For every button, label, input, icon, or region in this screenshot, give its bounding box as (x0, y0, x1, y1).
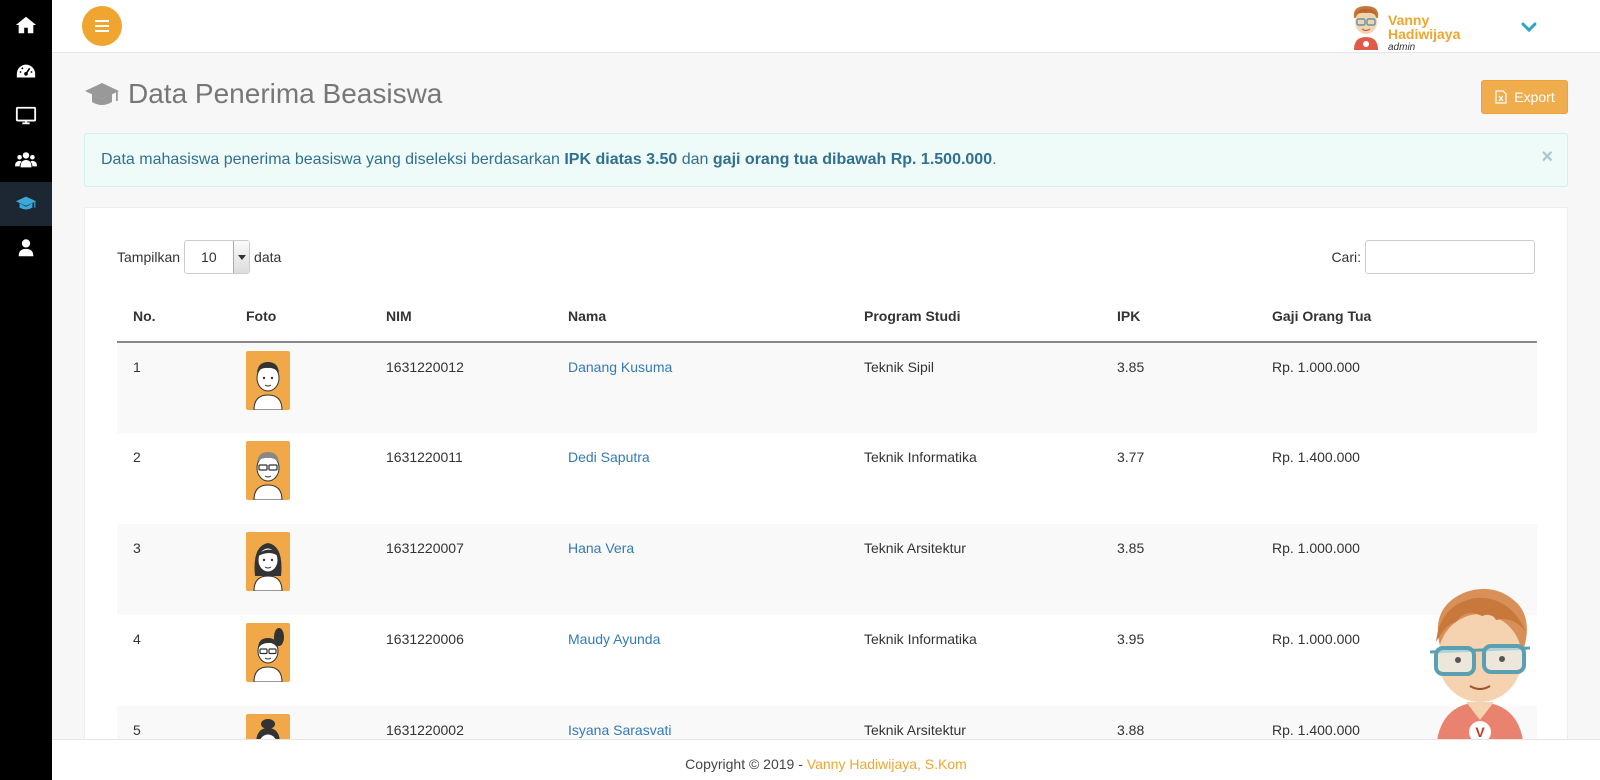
page-length-control: Tampilkan 10 data (117, 240, 281, 274)
graduation-cap-icon (85, 83, 119, 105)
cell-prodi: Teknik Informatika (864, 449, 977, 465)
monitor-icon (15, 106, 37, 125)
excel-file-icon (1495, 90, 1507, 104)
cell-nama: Dedi Saputra (552, 433, 848, 524)
data-panel: Tampilkan 10 data Cari: No. Foto NIM Nam… (84, 207, 1568, 780)
alert-suffix: . (992, 151, 997, 168)
student-name-link[interactable]: Maudy Ayunda (568, 631, 660, 647)
alert-text: Data mahasiswa penerima beasiswa yang di… (101, 151, 997, 169)
export-button[interactable]: Export (1481, 80, 1568, 114)
chevron-down-icon[interactable] (1520, 18, 1538, 36)
menu-toggle-button[interactable] (82, 6, 122, 46)
page-length-select[interactable]: 10 (184, 240, 251, 274)
column-header-nama[interactable]: Nama (552, 290, 848, 343)
cell-foto (230, 342, 370, 433)
table-row: 3 1631220007 Hana Vera Teknik Arsitektur… (117, 524, 1537, 615)
export-button-label: Export (1514, 89, 1555, 105)
column-header-foto[interactable]: Foto (230, 290, 370, 343)
cell-no: 4 (133, 631, 141, 647)
student-photo-female-glasses (246, 623, 290, 682)
search-label: Cari: (1331, 249, 1361, 265)
cell-foto (230, 524, 370, 615)
dashboard-icon (16, 64, 36, 78)
column-header-gaji[interactable]: Gaji Orang Tua (1256, 290, 1537, 343)
student-photo-male-glasses (246, 441, 290, 500)
avatar (1353, 6, 1379, 50)
cell-nama: Maudy Ayunda (552, 615, 848, 706)
alert-middle: dan (677, 151, 713, 168)
user-role: admin (1388, 42, 1416, 53)
column-header-nim[interactable]: NIM (370, 290, 552, 343)
cell-nim: 1631220006 (386, 631, 464, 647)
student-name-link[interactable]: Hana Vera (568, 540, 634, 556)
cell-prodi: Teknik Sipil (864, 359, 935, 375)
footer-text: Copyright © 2019 - (685, 756, 807, 772)
search-control: Cari: (1331, 240, 1535, 274)
cell-ipk: 3.85 (1117, 540, 1145, 556)
table-row: 4 1631220006 Maudy Ayunda Teknik Informa… (117, 615, 1537, 706)
student-photo-male (246, 351, 290, 410)
cell-nama: Danang Kusuma (552, 342, 848, 433)
users-icon (15, 152, 37, 168)
cell-ipk: 3.95 (1117, 631, 1145, 647)
student-name-link[interactable]: Isyana Sarasvati (568, 722, 672, 738)
column-header-ipk[interactable]: IPK (1101, 290, 1256, 343)
show-label: Tampilkan (117, 249, 181, 265)
top-bar: Vanny Hadiwijaya admin (52, 0, 1600, 53)
page-length-value: 10 (201, 249, 217, 265)
user-name: Vanny Hadiwijaya (1388, 12, 1461, 42)
mascot-character: V (1429, 588, 1531, 751)
hamburger-icon (95, 20, 109, 32)
home-icon (15, 16, 37, 34)
footer-author-link[interactable]: Vanny Hadiwijaya, S.Kom (807, 756, 967, 772)
sidebar-item-home[interactable] (0, 0, 52, 50)
student-photo-female (246, 532, 290, 591)
table-header-row: No. Foto NIM Nama Program Studi IPK Gaji… (117, 290, 1537, 343)
show-suffix: data (254, 249, 282, 265)
cell-nim: 1631220007 (386, 540, 464, 556)
page-header: Data Penerima Beasiswa (84, 76, 442, 112)
close-icon[interactable]: × (1541, 146, 1553, 169)
info-alert: Data mahasiswa penerima beasiswa yang di… (84, 133, 1568, 187)
cell-no: 1 (133, 359, 141, 375)
page-title: Data Penerima Beasiswa (128, 78, 443, 109)
cell-nama: Hana Vera (552, 524, 848, 615)
cell-ipk: 3.85 (1117, 359, 1145, 375)
search-input[interactable] (1365, 240, 1535, 274)
cell-no: 3 (133, 540, 141, 556)
column-header-prodi[interactable]: Program Studi (848, 290, 1101, 343)
table-row: 2 1631220011 Dedi Saputra Teknik Informa… (117, 433, 1537, 524)
student-name-link[interactable]: Danang Kusuma (568, 359, 672, 375)
cell-prodi: Teknik Arsitektur (864, 540, 966, 556)
user-menu[interactable]: Vanny Hadiwijaya admin (1348, 4, 1578, 53)
sidebar-item-users[interactable] (0, 138, 52, 182)
footer: Copyright © 2019 - Vanny Hadiwijaya, S.K… (52, 739, 1600, 780)
cell-nim: 1631220011 (386, 449, 463, 465)
user-icon (18, 239, 34, 257)
cell-foto (230, 615, 370, 706)
svg-text:V: V (1475, 724, 1485, 740)
cell-nim: 1631220012 (386, 359, 464, 375)
sidebar-item-beasiswa[interactable] (0, 182, 52, 226)
alert-criteria-gaji: gaji orang tua dibawah Rp. 1.500.000 (712, 151, 993, 168)
alert-prefix: Data mahasiswa penerima beasiswa yang di… (101, 151, 565, 168)
sidebar-item-profile[interactable] (0, 226, 52, 270)
student-name-link[interactable]: Dedi Saputra (568, 449, 650, 465)
sidebar-item-dashboard[interactable] (0, 50, 52, 94)
cell-no: 2 (133, 449, 141, 465)
table-row: 1 1631220012 Danang Kusuma Teknik Sipil … (117, 342, 1537, 433)
graduation-cap-icon (15, 196, 37, 210)
alert-criteria-ipk: IPK diatas 3.50 (564, 151, 678, 168)
cell-gaji: Rp. 1.400.000 (1272, 449, 1360, 465)
cell-prodi: Teknik Informatika (864, 631, 977, 647)
cell-foto (230, 433, 370, 524)
sidebar-item-monitor[interactable] (0, 94, 52, 138)
cell-ipk: 3.77 (1117, 449, 1145, 465)
beasiswa-table: No. Foto NIM Nama Program Studi IPK Gaji… (117, 290, 1537, 780)
column-header-no[interactable]: No. (117, 290, 230, 343)
cell-gaji: Rp. 1.000.000 (1272, 359, 1360, 375)
sidebar (0, 0, 52, 780)
dropdown-arrow-icon[interactable] (233, 241, 250, 273)
